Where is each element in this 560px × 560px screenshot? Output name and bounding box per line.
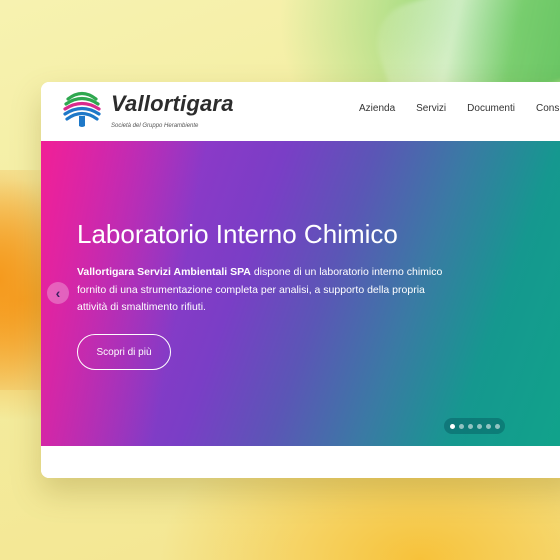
nav-item-azienda[interactable]: Azienda — [359, 103, 395, 114]
main-nav: Azienda Servizi Documenti Consulenza — [359, 103, 560, 114]
brand-name[interactable]: Vallortigara — [111, 91, 234, 117]
brand-tagline: Società del Gruppo Herambiente — [111, 123, 199, 129]
slider-dot-1[interactable] — [449, 423, 455, 429]
hero-description: Vallortigara Servizi Ambientali SPA disp… — [77, 264, 457, 317]
slider-dot-2[interactable] — [458, 423, 464, 429]
slider-dot-3[interactable] — [467, 423, 473, 429]
discover-more-button[interactable]: Scopri di più — [77, 334, 171, 370]
page-below-hero — [41, 446, 560, 478]
slider-dot-6[interactable] — [494, 423, 500, 429]
hero-slider: ‹ Laboratorio Interno Chimico Vallortiga… — [41, 141, 560, 446]
nav-item-consulenza[interactable]: Consulenza — [536, 103, 560, 114]
site-header: Vallortigara Società del Gruppo Herambie… — [41, 82, 560, 141]
website-window: Vallortigara Società del Gruppo Herambie… — [41, 82, 560, 478]
nav-item-documenti[interactable]: Documenti — [467, 103, 515, 114]
slider-prev-button[interactable]: ‹ — [47, 282, 69, 304]
hero-title: Laboratorio Interno Chimico — [77, 219, 398, 249]
nav-item-servizi[interactable]: Servizi — [416, 103, 446, 114]
hero-company-name: Vallortigara Servizi Ambientali SPA — [77, 266, 251, 278]
leaf-fan-logo-icon[interactable] — [62, 90, 102, 130]
slider-dot-4[interactable] — [476, 423, 482, 429]
chevron-left-icon: ‹ — [55, 285, 61, 301]
slider-dot-5[interactable] — [485, 423, 491, 429]
slider-pagination — [444, 418, 505, 434]
